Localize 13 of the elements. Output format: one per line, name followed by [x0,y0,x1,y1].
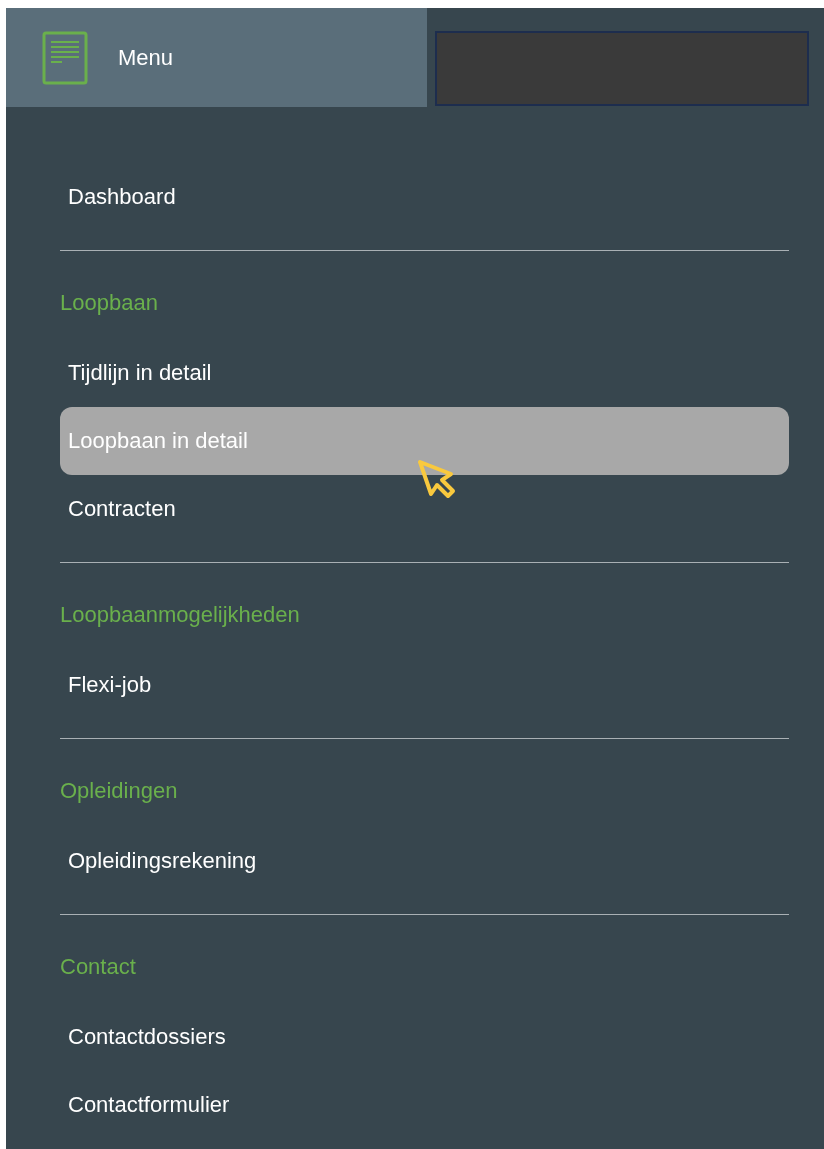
document-icon [42,30,88,85]
menu-item[interactable]: Contracten [60,475,789,543]
menu-item[interactable]: Contactformulier [60,1071,789,1139]
menu-item[interactable]: Tijdlijn in detail [60,339,789,407]
menu-item[interactable]: Opleidingsrekening [60,827,789,895]
section-heading: Opleidingen [60,777,179,805]
section-heading: Loopbaanmogelijkheden [60,601,301,629]
menu-item[interactable]: Flexi-job [60,651,789,719]
section-heading: Loopbaan [60,289,159,317]
menu-item[interactable]: Dashboard [60,163,789,231]
menu-item[interactable]: Contactdossiers [60,1003,789,1071]
menu-title: Menu [118,44,174,71]
section-heading: Contact [60,953,137,981]
